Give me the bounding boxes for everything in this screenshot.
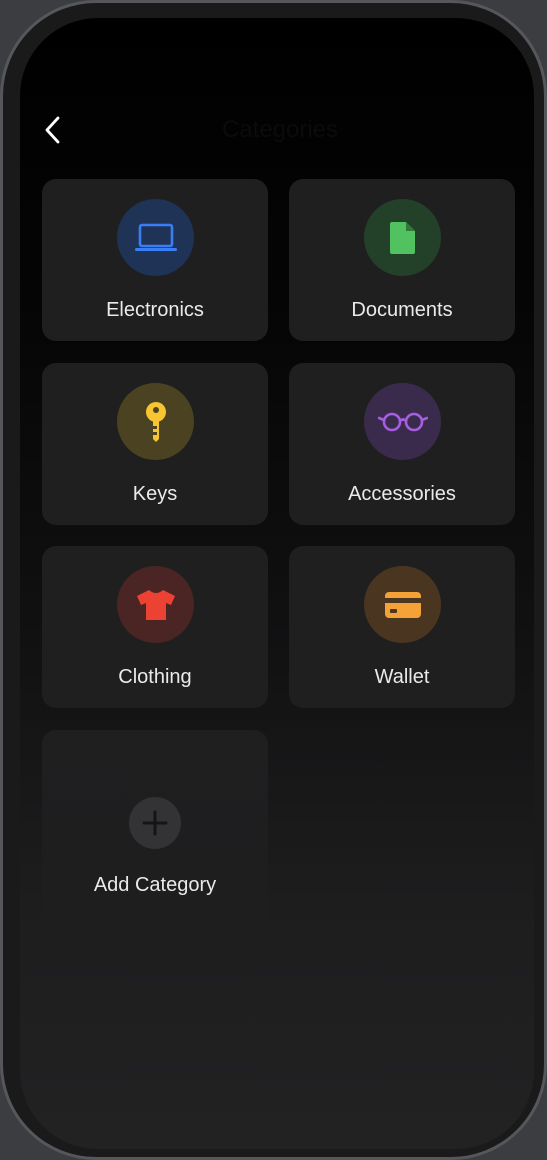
add-icon-circle bbox=[129, 797, 181, 849]
category-card-accessories[interactable]: Accessories bbox=[289, 363, 515, 525]
page-title: Categories bbox=[221, 116, 339, 143]
category-label: Keys bbox=[132, 483, 178, 505]
category-card-wallet[interactable]: Wallet bbox=[289, 546, 515, 708]
category-label: Documents bbox=[351, 299, 453, 321]
chevron-left-icon bbox=[45, 116, 60, 144]
category-label: Clothing bbox=[118, 666, 192, 688]
category-icon-circle bbox=[117, 566, 194, 643]
category-label: Wallet bbox=[374, 666, 430, 688]
laptop-icon bbox=[134, 223, 177, 251]
category-label: Electronics bbox=[106, 299, 204, 321]
category-label: Accessories bbox=[348, 483, 456, 505]
glasses-icon bbox=[377, 412, 428, 431]
back-button[interactable] bbox=[38, 110, 68, 150]
add-category-card[interactable]: Add Category bbox=[42, 730, 268, 948]
tshirt-icon bbox=[136, 589, 175, 620]
credit-card-icon bbox=[384, 591, 421, 618]
category-card-electronics[interactable]: Electronics bbox=[42, 179, 268, 341]
category-icon-circle bbox=[364, 383, 441, 460]
category-icon-circle bbox=[117, 199, 194, 276]
add-category-label: Add Category bbox=[93, 874, 217, 896]
category-card-keys[interactable]: Keys bbox=[42, 363, 268, 525]
screen: Categories Electronics Documents Keys Ac… bbox=[20, 18, 534, 1149]
category-icon-circle bbox=[117, 383, 194, 460]
document-icon bbox=[389, 221, 415, 254]
phone-frame: Categories Electronics Documents Keys Ac… bbox=[0, 0, 547, 1160]
category-card-clothing[interactable]: Clothing bbox=[42, 546, 268, 708]
plus-icon bbox=[142, 810, 168, 836]
key-icon bbox=[145, 401, 166, 442]
category-card-documents[interactable]: Documents bbox=[289, 179, 515, 341]
category-icon-circle bbox=[364, 566, 441, 643]
category-icon-circle bbox=[364, 199, 441, 276]
